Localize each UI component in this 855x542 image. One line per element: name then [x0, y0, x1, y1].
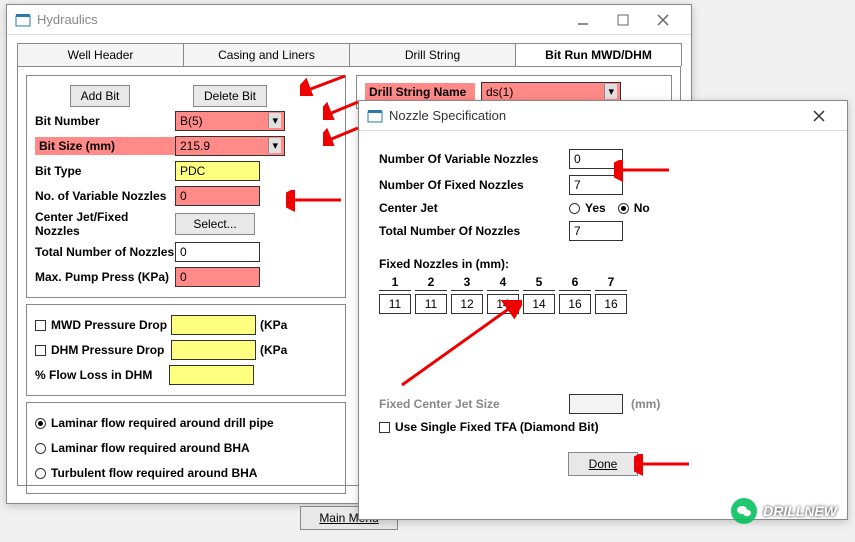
bit-type-label: Bit Type — [35, 164, 175, 178]
noz-v6[interactable]: 16 — [559, 294, 591, 314]
fixed-noz-label: Number Of Fixed Nozzles — [379, 178, 569, 192]
noz-h3: 3 — [451, 275, 483, 291]
bit-size-combo[interactable]: 215.9 — [175, 136, 285, 156]
bit-number-label: Bit Number — [35, 114, 175, 128]
noz-h1: 1 — [379, 275, 411, 291]
fixed-in-label: Fixed Nozzles in (mm): — [379, 257, 827, 271]
var-nozzles-label: No. of Variable Nozzles — [35, 189, 175, 203]
fixed-noz-field[interactable]: 7 — [569, 175, 623, 195]
window-title: Hydraulics — [37, 12, 563, 27]
flow-panel: Laminar flow required around drill pipe … — [26, 402, 346, 494]
watermark-text: DRILLNEW — [763, 503, 837, 519]
tfa-checkbox[interactable] — [379, 422, 390, 433]
close-button[interactable] — [643, 6, 683, 34]
drillstring-combo[interactable]: ds(1) — [481, 82, 621, 102]
noz-h5: 5 — [523, 275, 555, 291]
var-nozzles-field[interactable]: 0 — [175, 186, 260, 206]
tfa-label: Use Single Fixed TFA (Diamond Bit) — [395, 420, 599, 434]
flow-opt-2: Laminar flow required around BHA — [51, 441, 250, 455]
yes-label: Yes — [585, 201, 606, 215]
center-size-field — [569, 394, 623, 414]
bit-type-field[interactable]: PDC — [175, 161, 260, 181]
nozzle-grid: 111 211 312 414 514 616 716 — [379, 275, 827, 314]
flow-opt-3: Turbulent flow required around BHA — [51, 466, 257, 480]
noz-h2: 2 — [415, 275, 447, 291]
flowloss-field[interactable] — [169, 365, 254, 385]
center-size-label: Fixed Center Jet Size — [379, 397, 569, 411]
maximize-button[interactable] — [603, 6, 643, 34]
nozzle-title: Nozzle Specification — [389, 108, 799, 123]
dhm-label: DHM Pressure Drop — [51, 343, 171, 357]
noz-v2[interactable]: 11 — [415, 294, 447, 314]
max-pump-field[interactable]: 0 — [175, 267, 260, 287]
noz-v5[interactable]: 14 — [523, 294, 555, 314]
dhm-field[interactable] — [171, 340, 256, 360]
watermark: DRILLNEW — [731, 498, 837, 524]
var-noz-label: Number Of Variable Nozzles — [379, 152, 569, 166]
center-size-unit: (mm) — [631, 397, 660, 411]
center-no-radio[interactable] — [618, 203, 629, 214]
select-button[interactable]: Select... — [175, 213, 255, 235]
mwd-field[interactable] — [171, 315, 256, 335]
total-nozzles-field[interactable]: 0 — [175, 242, 260, 262]
mwd-unit: (KPa — [260, 318, 287, 332]
mwd-panel: MWD Pressure Drop (KPa DHM Pressure Drop (… — [26, 304, 346, 396]
dhm-unit: (KPa — [260, 343, 287, 357]
bit-number-combo[interactable]: B(5) — [175, 111, 285, 131]
total-noz-field2: 7 — [569, 221, 623, 241]
flow-radio-2[interactable] — [35, 443, 46, 454]
nozzle-body: Number Of Variable Nozzles0 Number Of Fi… — [359, 131, 847, 488]
minimize-button[interactable] — [563, 6, 603, 34]
noz-v7[interactable]: 16 — [595, 294, 627, 314]
tab-casing-liners[interactable]: Casing and Liners — [183, 43, 350, 66]
tab-drill-string[interactable]: Drill String — [349, 43, 516, 66]
bit-panel: Add Bit Delete Bit Bit NumberB(5) Bit Si… — [26, 75, 346, 298]
total-noz-label2: Total Number Of Nozzles — [379, 224, 569, 238]
tab-strip: Well Header Casing and Liners Drill Stri… — [17, 43, 681, 66]
tab-bit-run[interactable]: Bit Run MWD/DHM — [515, 43, 682, 66]
noz-h6: 6 — [559, 275, 591, 291]
dhm-checkbox[interactable] — [35, 345, 46, 356]
center-yes-radio[interactable] — [569, 203, 580, 214]
mwd-label: MWD Pressure Drop — [51, 318, 171, 332]
center-jet-label2: Center Jet — [379, 201, 569, 215]
var-noz-field[interactable]: 0 — [569, 149, 623, 169]
no-label: No — [634, 201, 650, 215]
add-bit-button[interactable]: Add Bit — [70, 85, 131, 107]
noz-h4: 4 — [487, 275, 519, 291]
bit-size-label: Bit Size (mm) — [35, 137, 175, 155]
noz-v1[interactable]: 11 — [379, 294, 411, 314]
noz-h7: 7 — [595, 275, 627, 291]
flow-opt-1: Laminar flow required around drill pipe — [51, 416, 274, 430]
delete-bit-button[interactable]: Delete Bit — [193, 85, 267, 107]
flow-radio-1[interactable] — [35, 418, 46, 429]
noz-v3[interactable]: 12 — [451, 294, 483, 314]
flowloss-label: % Flow Loss in DHM — [35, 368, 169, 382]
mwd-checkbox[interactable] — [35, 320, 46, 331]
tab-well-header[interactable]: Well Header — [17, 43, 184, 66]
app-icon — [367, 109, 383, 123]
flow-radio-3[interactable] — [35, 468, 46, 479]
app-icon — [15, 13, 31, 27]
nozzle-close-button[interactable] — [799, 102, 839, 130]
drillstring-label: Drill String Name — [365, 83, 475, 101]
center-jet-label: Center Jet/Fixed Nozzles — [35, 210, 175, 238]
nozzle-dialog: Nozzle Specification Number Of Variable … — [358, 100, 848, 520]
noz-v4[interactable]: 14 — [487, 294, 519, 314]
nozzle-titlebar: Nozzle Specification — [359, 101, 847, 131]
wechat-icon — [731, 498, 757, 524]
titlebar: Hydraulics — [7, 5, 691, 35]
max-pump-label: Max. Pump Press (KPa) — [35, 270, 175, 284]
done-button[interactable]: Done — [568, 452, 639, 476]
total-nozzles-label: Total Number of Nozzles — [35, 245, 175, 259]
